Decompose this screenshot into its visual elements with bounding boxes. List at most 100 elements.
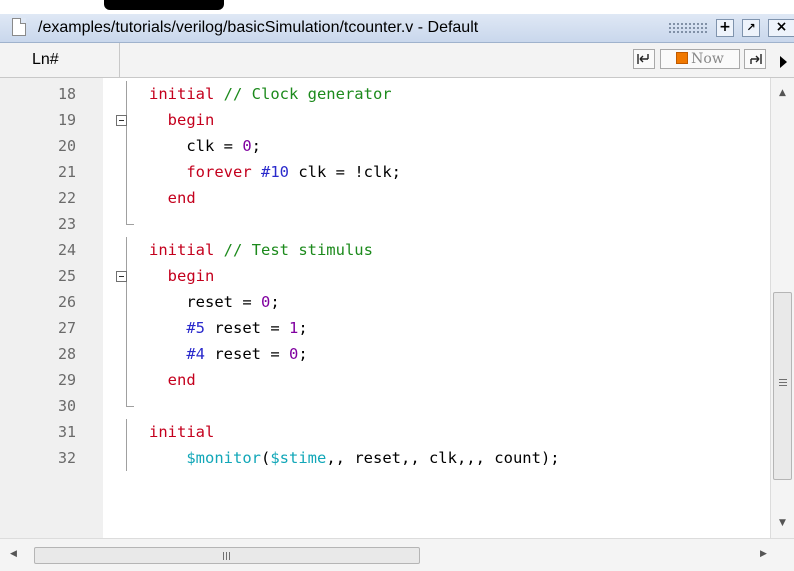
code-token: ,, reset,, clk,,, count); xyxy=(326,449,560,467)
line-number: 18 xyxy=(57,85,76,103)
code-token: 0 xyxy=(260,293,271,311)
window-title: /examples/tutorials/verilog/basicSimulat… xyxy=(38,19,479,36)
goto-next-icon[interactable] xyxy=(744,49,766,69)
scroll-down-icon[interactable]: ▼ xyxy=(779,518,786,528)
close-button[interactable]: × xyxy=(768,19,794,37)
code-text: end xyxy=(149,367,196,393)
horizontal-scrollbar[interactable]: ◀ ▶ xyxy=(0,538,794,571)
code-token: reset = xyxy=(205,345,289,363)
line-number: 24 xyxy=(57,241,76,259)
document-icon xyxy=(12,18,26,36)
line-number: 25 xyxy=(57,267,76,285)
scroll-right-icon[interactable]: ▶ xyxy=(760,549,767,559)
code-text: end xyxy=(149,185,196,211)
horizontal-scroll-thumb[interactable] xyxy=(34,547,420,564)
code-text: #5 reset = 1; xyxy=(149,315,307,341)
thumb-grip-icon xyxy=(779,379,787,387)
code-token: initial xyxy=(149,423,215,441)
code-line: 21 forever #10 clk = !clk; xyxy=(0,159,770,185)
line-number: 29 xyxy=(57,371,76,389)
code-line: 19 begin xyxy=(0,107,770,133)
code-text: initial xyxy=(149,419,214,445)
code-token: $stime xyxy=(270,449,327,467)
code-line: 31 initial xyxy=(0,419,770,445)
code-token: #10 xyxy=(261,163,289,181)
code-token: #5 xyxy=(186,319,205,337)
code-token: end xyxy=(167,189,196,207)
code-text: #4 reset = 0; xyxy=(149,341,308,367)
line-number: 19 xyxy=(57,111,76,129)
code-token: reset = xyxy=(149,293,261,311)
code-token: 0 xyxy=(242,137,252,155)
code-token: // Test stimulus xyxy=(214,241,373,259)
source-editor[interactable]: 18 initial // Clock generator 19 begin 20 c… xyxy=(0,78,794,538)
code-token: 1 xyxy=(289,319,299,337)
line-number: 21 xyxy=(57,163,76,181)
scroll-left-icon[interactable]: ◀ xyxy=(10,549,17,559)
line-number: 31 xyxy=(57,423,76,441)
cropped-heading xyxy=(0,0,794,14)
line-number: 20 xyxy=(57,137,76,155)
add-button[interactable]: + xyxy=(716,19,734,37)
line-number-header: Ln# xyxy=(0,43,120,77)
code-line: 24 initial // Test stimulus xyxy=(0,237,770,263)
line-number: 22 xyxy=(57,189,76,207)
code-token: ; xyxy=(270,293,280,311)
vertical-scrollbar[interactable]: ▲ ▼ xyxy=(770,78,794,538)
code-line: 30 xyxy=(0,393,770,419)
code-token: clk = xyxy=(149,137,243,155)
code-token: begin xyxy=(167,111,215,129)
code-text: initial // Clock generator xyxy=(149,81,392,107)
heading-fragment xyxy=(104,0,224,10)
code-token: clk = !clk; xyxy=(289,163,401,181)
line-number: 28 xyxy=(57,345,76,363)
code-line: 27 #5 reset = 1; xyxy=(0,315,770,341)
code-line: 22 end xyxy=(0,185,770,211)
code-line: 20 clk = 0; xyxy=(0,133,770,159)
now-marker-icon xyxy=(676,52,689,64)
code-line: 28 #4 reset = 0; xyxy=(0,341,770,367)
line-number: 30 xyxy=(57,397,76,415)
thumb-grip-icon xyxy=(223,552,231,560)
vertical-scroll-thumb[interactable] xyxy=(773,292,792,480)
code-text: forever #10 clk = !clk; xyxy=(149,159,401,185)
goto-previous-icon[interactable] xyxy=(633,49,655,69)
line-number: 27 xyxy=(57,319,76,337)
code-token: end xyxy=(167,371,196,389)
code-text: initial // Test stimulus xyxy=(149,237,373,263)
code-token: initial xyxy=(149,241,215,259)
code-line: 26 reset = 0; xyxy=(0,289,770,315)
code-text: clk = 0; xyxy=(149,133,261,159)
code-token: reset = xyxy=(205,319,289,337)
code-token: begin xyxy=(167,267,215,285)
code-token: ; xyxy=(298,345,308,363)
code-token: ( xyxy=(260,449,271,467)
code-token: #4 xyxy=(186,345,205,363)
undock-button[interactable]: ↗ xyxy=(742,19,760,37)
window-title-bar[interactable]: /examples/tutorials/verilog/basicSimulat… xyxy=(0,14,794,43)
code-text: $monitor($stime,, reset,, clk,,, count); xyxy=(149,445,560,471)
code-text: begin xyxy=(149,263,215,289)
scroll-up-icon[interactable]: ▲ xyxy=(779,88,786,98)
code-line: 29 end xyxy=(0,367,770,393)
drag-grip-icon[interactable] xyxy=(668,22,708,34)
code-token: initial xyxy=(149,85,215,103)
scroll-right-icon[interactable] xyxy=(780,56,787,68)
code-token: 0 xyxy=(289,345,299,363)
now-button[interactable]: Now xyxy=(660,49,740,69)
code-token: ; xyxy=(251,137,262,155)
code-token: forever xyxy=(186,163,252,181)
now-label: Now xyxy=(691,51,724,67)
code-token: // Clock generator xyxy=(214,85,392,103)
code-line: 25 begin xyxy=(0,263,770,289)
line-number: 23 xyxy=(57,215,76,233)
column-header-bar: Ln# Now xyxy=(0,43,794,78)
